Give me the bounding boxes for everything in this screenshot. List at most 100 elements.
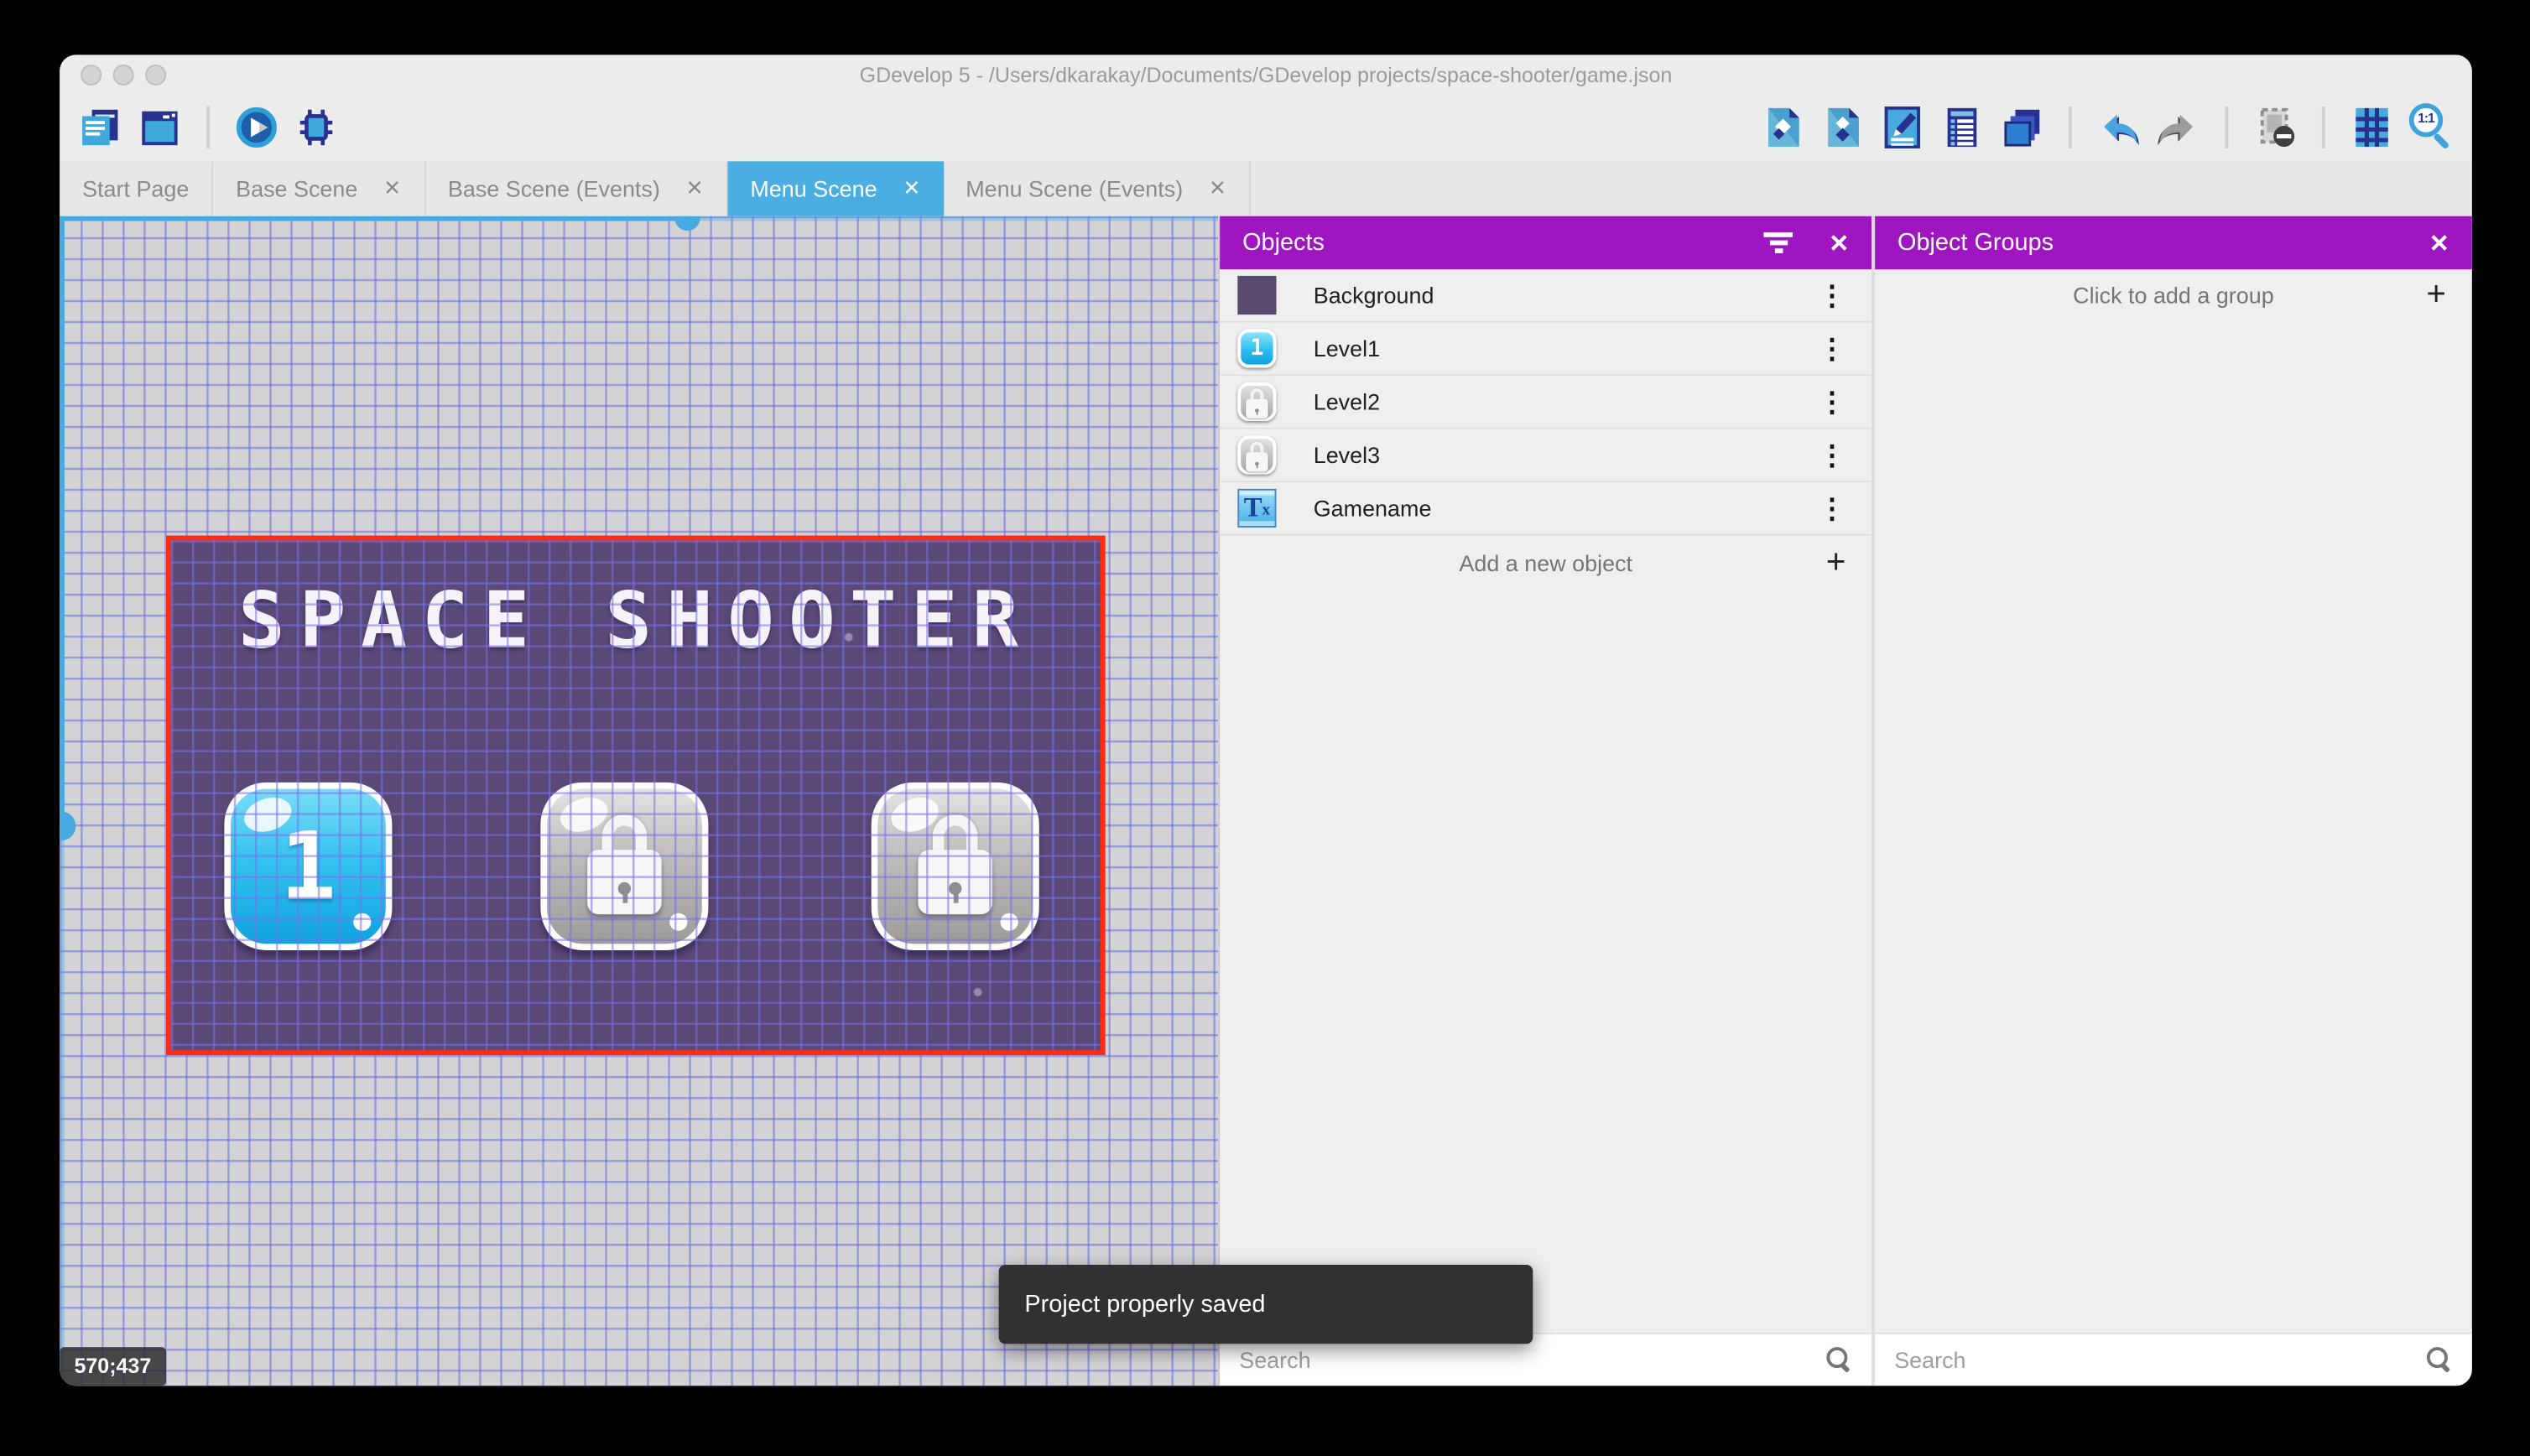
- object-label: Gamename: [1313, 495, 1432, 522]
- tab-menu-scene[interactable]: Menu Scene ✕: [727, 161, 944, 216]
- close-tab-icon[interactable]: ✕: [903, 176, 920, 202]
- close-objects-panel-icon[interactable]: ✕: [1829, 228, 1849, 257]
- add-object-label: Add a new object: [1459, 549, 1633, 575]
- cursor-coordinates: 570;437: [60, 1347, 166, 1386]
- objects-panel: Objects ✕ Background ⋮ 1 Level1 ⋮ Level2…: [1218, 216, 1872, 1386]
- object-menu-icon[interactable]: ⋮: [1819, 388, 1846, 416]
- object-menu-icon[interactable]: ⋮: [1819, 441, 1846, 469]
- object-label: Level3: [1313, 442, 1381, 468]
- tab-start-page[interactable]: Start Page: [60, 161, 214, 216]
- grid-button[interactable]: [2348, 103, 2397, 152]
- tab-label: Menu Scene (Events): [966, 175, 1184, 202]
- debug-icon: [299, 109, 333, 146]
- add-group-plus-icon[interactable]: +: [2426, 275, 2446, 314]
- grid-icon: [2356, 107, 2388, 148]
- objects-editor-icon: [1768, 107, 1799, 148]
- toolbar-right-group: 1:1: [1759, 103, 2456, 152]
- add-object-plus-icon[interactable]: +: [1826, 543, 1846, 581]
- zoom-ratio-label: 1:1: [2418, 111, 2434, 127]
- layers-button[interactable]: [1997, 103, 2046, 152]
- play-icon: [236, 107, 277, 148]
- undo-button[interactable]: [2095, 103, 2143, 152]
- filter-icon: [1764, 229, 1793, 257]
- object-menu-icon[interactable]: ⋮: [1819, 335, 1846, 362]
- redo-icon: [2158, 114, 2194, 146]
- level2-locked-thumbnail: [1237, 382, 1277, 422]
- tab-label: Start Page: [82, 175, 190, 202]
- close-tab-icon[interactable]: ✕: [383, 176, 401, 202]
- groups-search-bar: [1875, 1332, 2472, 1386]
- objects-search-input[interactable]: [1239, 1347, 1827, 1373]
- mask-render-button[interactable]: [2251, 103, 2299, 152]
- object-menu-icon[interactable]: ⋮: [1819, 282, 1846, 309]
- objects-editor-button[interactable]: [1759, 103, 1808, 152]
- scene-window-top-handle[interactable]: [674, 216, 700, 231]
- close-tab-icon[interactable]: ✕: [686, 176, 704, 202]
- scene-window-button[interactable]: [136, 103, 185, 152]
- object-groups-button[interactable]: [1819, 103, 1867, 152]
- undo-icon: [2104, 114, 2139, 146]
- scene-window-border-top-faint: [689, 216, 1219, 221]
- scene-editor-canvas[interactable]: SPACE SHOOTER 1 570;437: [60, 216, 1219, 1386]
- window-title: GDevelop 5 - /Users/dkarakay/Documents/G…: [859, 62, 1673, 86]
- properties-icon: [1884, 106, 1920, 148]
- search-icon: [2426, 1347, 2453, 1373]
- level2-locked-button[interactable]: [540, 782, 709, 950]
- toolbar-separator: [206, 106, 211, 148]
- toolbar-left-group: [75, 103, 340, 152]
- add-group-row[interactable]: Click to add a group +: [1875, 269, 2472, 320]
- level3-locked-thumbnail: [1237, 435, 1277, 475]
- minimize-window-button[interactable]: [112, 63, 134, 85]
- object-row-level1[interactable]: 1 Level1 ⋮: [1220, 322, 1872, 377]
- project-manager-icon: [82, 109, 118, 146]
- button-dot: [353, 913, 372, 931]
- scene-window-border-left-faint: [60, 825, 65, 1386]
- add-object-row[interactable]: Add a new object +: [1220, 536, 1871, 589]
- close-object-groups-panel-icon[interactable]: ✕: [2429, 228, 2449, 257]
- toast-message: Project properly saved: [1024, 1290, 1266, 1318]
- zoom-original-button[interactable]: 1:1: [2408, 103, 2456, 152]
- object-groups-panel: Object Groups ✕ Click to add a group +: [1871, 216, 2472, 1386]
- objects-panel-header: Objects ✕: [1220, 216, 1872, 270]
- toolbar-separator: [2068, 106, 2072, 148]
- close-window-button[interactable]: [81, 63, 102, 85]
- tab-label: Menu Scene: [750, 175, 877, 202]
- scene-window-icon: [142, 111, 178, 146]
- layers-icon: [2004, 109, 2040, 147]
- object-label: Level1: [1313, 335, 1381, 361]
- scene-window-border-left: [60, 216, 65, 826]
- scene-title-text: SPACE SHOOTER: [238, 575, 1033, 667]
- close-tab-icon[interactable]: ✕: [1209, 176, 1226, 202]
- button-dot: [669, 913, 688, 931]
- object-groups-panel-title: Object Groups: [1898, 229, 2054, 257]
- text-object-thumbnail: Tx: [1237, 488, 1277, 528]
- tab-base-scene[interactable]: Base Scene ✕: [213, 161, 425, 216]
- object-row-gamename[interactable]: Tx Gamename ⋮: [1220, 482, 1872, 536]
- redo-button[interactable]: [2154, 103, 2203, 152]
- debug-button[interactable]: [292, 103, 341, 152]
- project-manager-button[interactable]: [75, 103, 124, 152]
- scene-window-left-handle[interactable]: [60, 811, 76, 841]
- instances-list-button[interactable]: [1938, 103, 1986, 152]
- object-menu-icon[interactable]: ⋮: [1819, 495, 1846, 523]
- screen: GDevelop 5 - /Users/dkarakay/Documents/G…: [0, 0, 2530, 1455]
- filter-button[interactable]: [1764, 229, 1793, 257]
- play-preview-button[interactable]: [232, 103, 281, 152]
- object-row-background[interactable]: Background ⋮: [1220, 269, 1872, 323]
- search-icon: [1826, 1347, 1852, 1373]
- scene-window-border-top: [60, 216, 690, 221]
- traffic-lights: [81, 55, 167, 93]
- maximize-window-button[interactable]: [145, 63, 167, 85]
- background-object-selected[interactable]: SPACE SHOOTER 1: [166, 535, 1106, 1055]
- background-thumbnail: [1237, 275, 1277, 315]
- tab-base-scene-events[interactable]: Base Scene (Events) ✕: [425, 161, 728, 216]
- object-row-level3[interactable]: Level3 ⋮: [1220, 429, 1872, 483]
- groups-search-input[interactable]: [1894, 1347, 2427, 1373]
- toolbar-separator: [2321, 106, 2325, 148]
- level1-button[interactable]: 1: [224, 782, 393, 950]
- tab-menu-scene-events[interactable]: Menu Scene (Events) ✕: [943, 161, 1251, 216]
- level3-locked-button[interactable]: [871, 782, 1039, 950]
- properties-button[interactable]: [1878, 103, 1927, 152]
- object-row-level2[interactable]: Level2 ⋮: [1220, 376, 1872, 429]
- add-group-label: Click to add a group: [2073, 281, 2274, 308]
